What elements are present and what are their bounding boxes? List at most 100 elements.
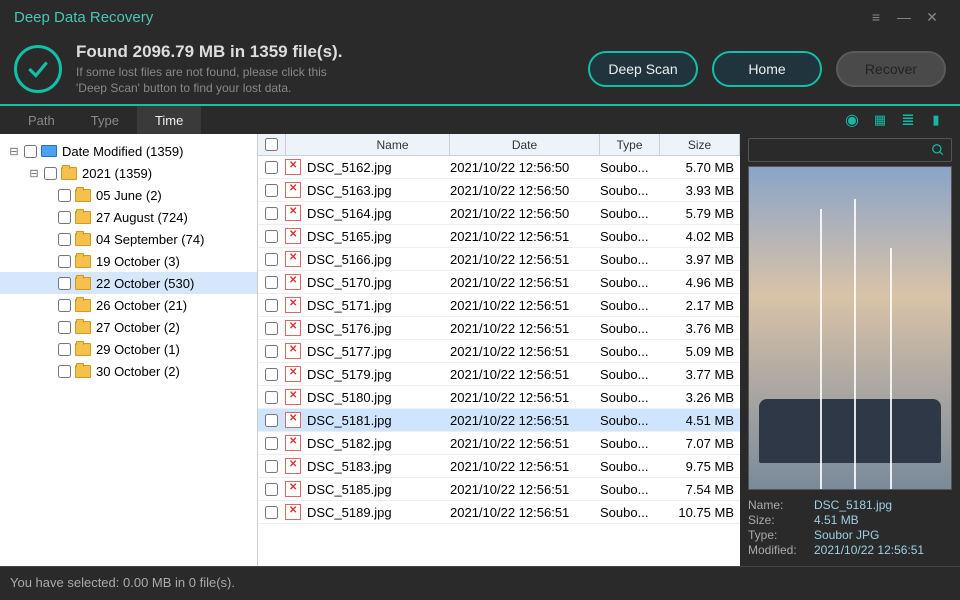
- file-row[interactable]: DSC_5165.jpg 2021/10/22 12:56:51 Soubo..…: [258, 225, 740, 248]
- menu-icon[interactable]: ≡: [862, 3, 890, 31]
- recover-button[interactable]: Recover: [836, 51, 946, 87]
- file-type: Soubo...: [600, 252, 660, 267]
- select-all-checkbox[interactable]: [265, 138, 278, 151]
- row-checkbox[interactable]: [265, 483, 278, 496]
- tree-checkbox[interactable]: [58, 299, 71, 312]
- file-row[interactable]: DSC_5183.jpg 2021/10/22 12:56:51 Soubo..…: [258, 455, 740, 478]
- row-checkbox[interactable]: [265, 299, 278, 312]
- row-checkbox[interactable]: [265, 460, 278, 473]
- column-headers: Name Date Type Size: [258, 134, 740, 156]
- collapse-icon[interactable]: ⊟: [8, 145, 20, 158]
- row-checkbox[interactable]: [265, 345, 278, 358]
- tree-node[interactable]: 27 October (2): [0, 316, 257, 338]
- file-row[interactable]: DSC_5181.jpg 2021/10/22 12:56:51 Soubo..…: [258, 409, 740, 432]
- row-checkbox[interactable]: [265, 161, 278, 174]
- tree-node[interactable]: 29 October (1): [0, 338, 257, 360]
- row-checkbox[interactable]: [265, 414, 278, 427]
- tree-node[interactable]: 27 August (724): [0, 206, 257, 228]
- file-name: DSC_5163.jpg: [307, 183, 450, 198]
- folder-icon: [61, 167, 77, 180]
- home-button[interactable]: Home: [712, 51, 822, 87]
- collapse-icon[interactable]: ⊟: [28, 167, 40, 180]
- file-date: 2021/10/22 12:56:51: [450, 413, 600, 428]
- file-name: DSC_5185.jpg: [307, 482, 450, 497]
- tree-checkbox[interactable]: [58, 255, 71, 268]
- tree-root[interactable]: ⊟ Date Modified (1359): [0, 140, 257, 162]
- minimize-icon[interactable]: —: [890, 3, 918, 31]
- row-checkbox[interactable]: [265, 184, 278, 197]
- row-checkbox[interactable]: [265, 276, 278, 289]
- tree-label: 19 October (3): [96, 254, 180, 269]
- grid-view-icon[interactable]: ▦: [866, 106, 894, 134]
- file-type: Soubo...: [600, 229, 660, 244]
- folder-icon: [75, 277, 91, 290]
- preview-toggle-icon[interactable]: ◉: [838, 106, 866, 134]
- tree-checkbox[interactable]: [58, 277, 71, 290]
- file-row[interactable]: DSC_5176.jpg 2021/10/22 12:56:51 Soubo..…: [258, 317, 740, 340]
- close-icon[interactable]: ✕: [918, 3, 946, 31]
- tree-checkbox[interactable]: [58, 321, 71, 334]
- folder-icon: [75, 321, 91, 334]
- status-text: You have selected: 0.00 MB in 0 file(s).: [10, 575, 235, 590]
- row-checkbox[interactable]: [265, 230, 278, 243]
- tree-node[interactable]: 04 September (74): [0, 228, 257, 250]
- file-date: 2021/10/22 12:56:51: [450, 298, 600, 313]
- file-row[interactable]: DSC_5163.jpg 2021/10/22 12:56:50 Soubo..…: [258, 179, 740, 202]
- file-size: 4.51 MB: [660, 413, 740, 428]
- file-row[interactable]: DSC_5162.jpg 2021/10/22 12:56:50 Soubo..…: [258, 156, 740, 179]
- row-checkbox[interactable]: [265, 253, 278, 266]
- tree-node[interactable]: 19 October (3): [0, 250, 257, 272]
- file-icon: [285, 274, 301, 290]
- file-size: 7.54 MB: [660, 482, 740, 497]
- tree-checkbox[interactable]: [58, 365, 71, 378]
- tree-checkbox[interactable]: [58, 233, 71, 246]
- tree-checkbox[interactable]: [44, 167, 57, 180]
- tree-checkbox[interactable]: [58, 211, 71, 224]
- file-size: 5.70 MB: [660, 160, 740, 175]
- tree-label: 27 August (724): [96, 210, 188, 225]
- row-checkbox[interactable]: [265, 207, 278, 220]
- file-row[interactable]: DSC_5185.jpg 2021/10/22 12:56:51 Soubo..…: [258, 478, 740, 501]
- file-date: 2021/10/22 12:56:51: [450, 275, 600, 290]
- folder-tree[interactable]: ⊟ Date Modified (1359) ⊟ 2021 (1359) 05 …: [0, 134, 258, 566]
- file-row[interactable]: DSC_5179.jpg 2021/10/22 12:56:51 Soubo..…: [258, 363, 740, 386]
- tab-type[interactable]: Type: [73, 106, 137, 134]
- row-checkbox[interactable]: [265, 368, 278, 381]
- row-checkbox[interactable]: [265, 437, 278, 450]
- list-view-icon[interactable]: ≣: [894, 106, 922, 134]
- col-type[interactable]: Type: [600, 134, 660, 155]
- tree-year[interactable]: ⊟ 2021 (1359): [0, 162, 257, 184]
- file-icon: [285, 159, 301, 175]
- tree-node[interactable]: 26 October (21): [0, 294, 257, 316]
- row-checkbox[interactable]: [265, 506, 278, 519]
- tree-node[interactable]: 30 October (2): [0, 360, 257, 382]
- meta-size: 4.51 MB: [814, 513, 952, 527]
- deep-scan-button[interactable]: Deep Scan: [588, 51, 698, 87]
- col-name[interactable]: Name: [286, 134, 450, 155]
- search-input[interactable]: [748, 138, 952, 162]
- file-icon: [285, 205, 301, 221]
- file-row[interactable]: DSC_5171.jpg 2021/10/22 12:56:51 Soubo..…: [258, 294, 740, 317]
- row-checkbox[interactable]: [265, 391, 278, 404]
- tree-node[interactable]: 05 June (2): [0, 184, 257, 206]
- tree-checkbox[interactable]: [58, 343, 71, 356]
- file-row[interactable]: DSC_5177.jpg 2021/10/22 12:56:51 Soubo..…: [258, 340, 740, 363]
- tab-time[interactable]: Time: [137, 106, 201, 134]
- file-row[interactable]: DSC_5180.jpg 2021/10/22 12:56:51 Soubo..…: [258, 386, 740, 409]
- tree-checkbox[interactable]: [24, 145, 37, 158]
- file-row[interactable]: DSC_5164.jpg 2021/10/22 12:56:50 Soubo..…: [258, 202, 740, 225]
- col-check[interactable]: [258, 134, 286, 155]
- col-size[interactable]: Size: [660, 134, 740, 155]
- file-row[interactable]: DSC_5166.jpg 2021/10/22 12:56:51 Soubo..…: [258, 248, 740, 271]
- file-name: DSC_5183.jpg: [307, 459, 450, 474]
- file-size: 3.77 MB: [660, 367, 740, 382]
- file-row[interactable]: DSC_5182.jpg 2021/10/22 12:56:51 Soubo..…: [258, 432, 740, 455]
- file-row[interactable]: DSC_5189.jpg 2021/10/22 12:56:51 Soubo..…: [258, 501, 740, 524]
- tab-path[interactable]: Path: [10, 106, 73, 134]
- row-checkbox[interactable]: [265, 322, 278, 335]
- detail-view-icon[interactable]: ▮: [922, 106, 950, 134]
- file-row[interactable]: DSC_5170.jpg 2021/10/22 12:56:51 Soubo..…: [258, 271, 740, 294]
- tree-checkbox[interactable]: [58, 189, 71, 202]
- col-date[interactable]: Date: [450, 134, 600, 155]
- tree-node[interactable]: 22 October (530): [0, 272, 257, 294]
